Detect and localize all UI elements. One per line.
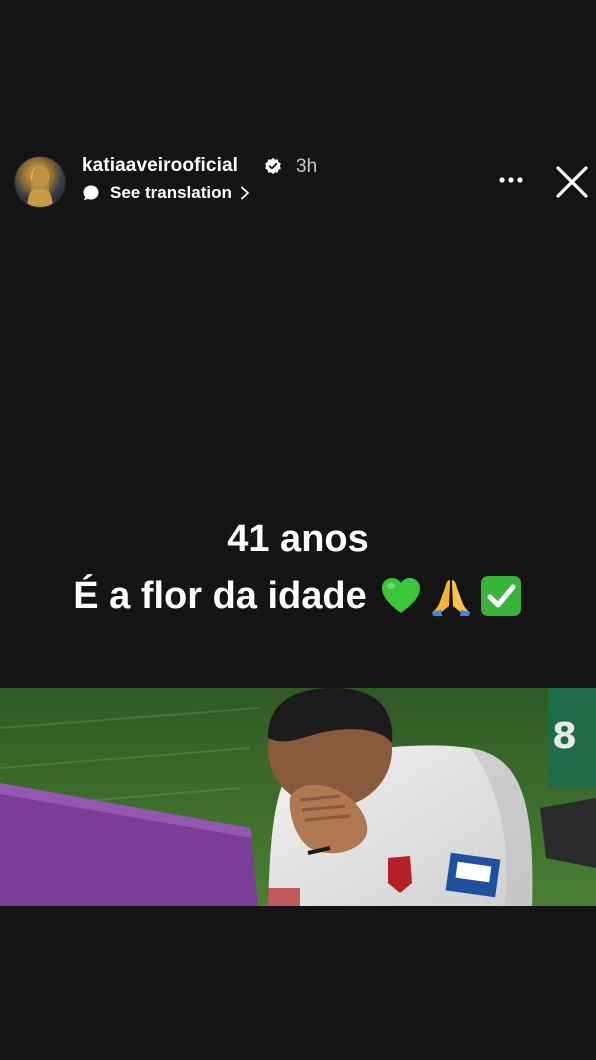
caption-line-2: É a flor da idade [73, 575, 367, 617]
svg-text:8: 8 [552, 716, 577, 757]
caption-line-2-row: É a flor da idade [0, 566, 596, 626]
folded-hands-icon [431, 580, 470, 616]
story-caption: 41 anos É a flor da idade [0, 512, 596, 626]
more-options-icon[interactable] [496, 168, 526, 192]
green-heart-icon [381, 578, 420, 613]
story-header: katiaaveirooficial 3h See translation [0, 150, 596, 212]
see-translation-label: See translation [110, 183, 232, 202]
see-translation-link[interactable]: See translation [82, 182, 250, 204]
check-mark-button-icon [480, 576, 521, 616]
close-icon[interactable] [552, 162, 592, 202]
post-time: 3h [296, 156, 318, 177]
caption-line-1: 41 anos [227, 518, 369, 560]
top-margin-band [0, 0, 596, 150]
verified-badge-icon [265, 157, 281, 175]
bottom-margin-band [0, 905, 596, 1060]
avatar[interactable] [14, 156, 66, 208]
story-photo: 8 [0, 688, 596, 906]
chevron-right-icon [240, 186, 249, 200]
username[interactable]: katiaaveirooficial [82, 155, 238, 177]
speech-bubble-icon [83, 185, 99, 201]
